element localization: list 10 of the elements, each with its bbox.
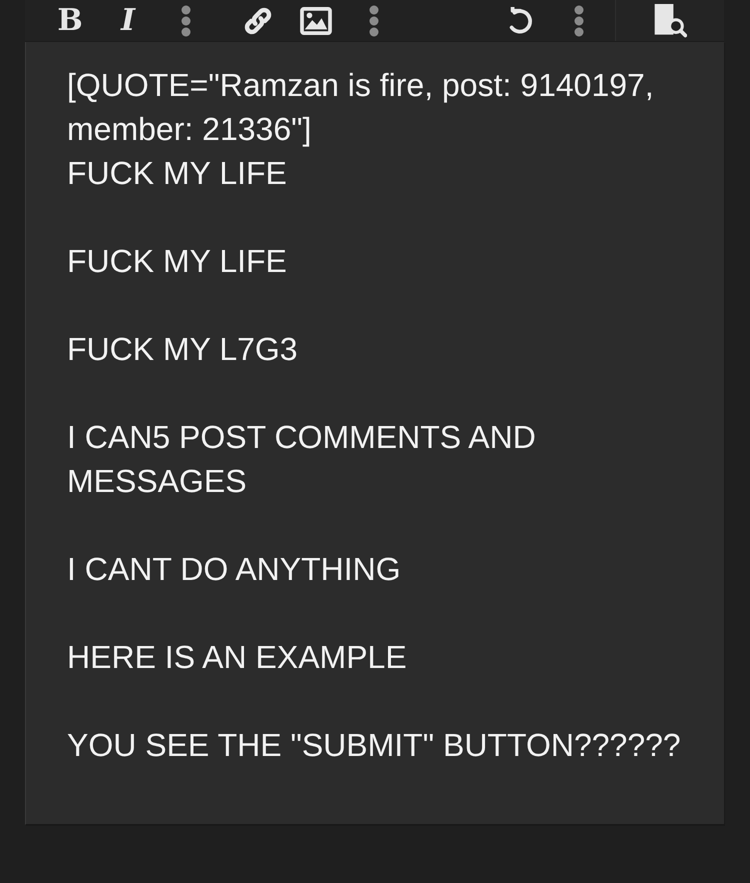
- bold-button[interactable]: B: [41, 2, 99, 38]
- document-search-icon: [653, 4, 687, 38]
- vertical-dots-icon: [574, 4, 584, 36]
- vertical-dots-icon: [181, 4, 191, 36]
- vertical-dots-icon: [369, 4, 379, 36]
- undo-icon: [507, 6, 535, 34]
- italic-button[interactable]: I: [99, 2, 157, 38]
- message-text-field[interactable]: [QUOTE="Ramzan is fire, post: 9140197, member: 21336"] FUCK MY LIFE FUCK MY LIFE FUCK MY L7G3 I CAN5 POST COMMENTS AND MESSAGES I CANT DO ANYTHING HERE IS AN EXAMPLE YOU SEE THE "SUBMIT" BUTTON??????: [25, 42, 724, 825]
- link-icon: [243, 6, 273, 36]
- image-icon: [300, 6, 332, 34]
